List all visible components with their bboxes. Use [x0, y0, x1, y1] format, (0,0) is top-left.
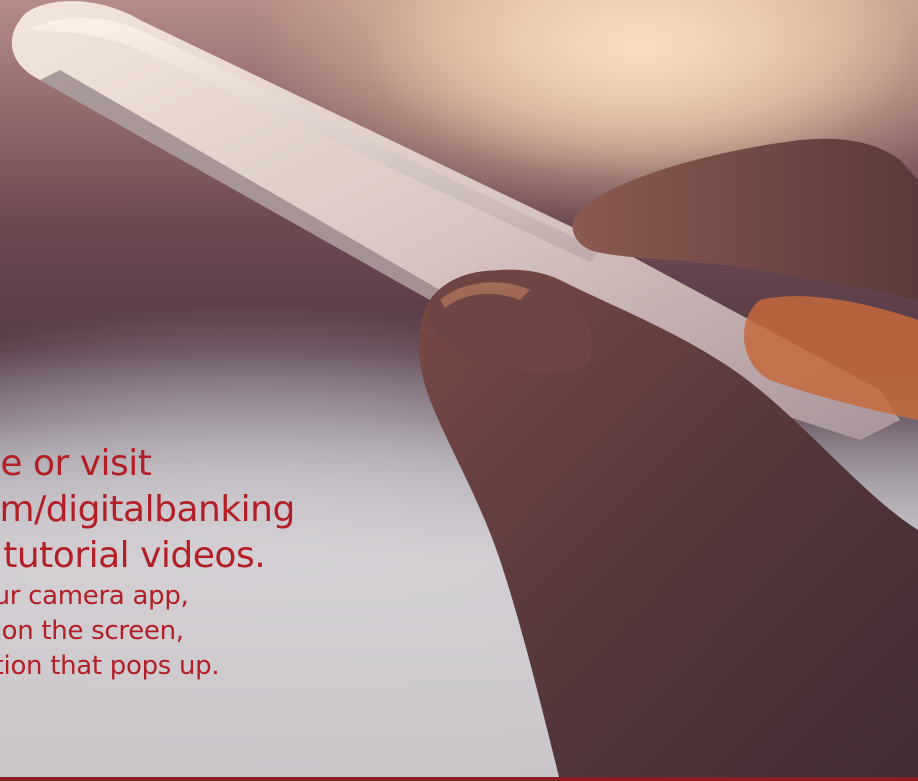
promo-text-block: de or visit om/digitalbanking r tutorial… [0, 441, 460, 684]
promo-line-1: de or visit [0, 443, 152, 484]
instruction-line-3: ation that pops up. [0, 651, 220, 681]
bottom-accent-rule [0, 777, 918, 781]
photo-background: de or visit om/digitalbanking r tutorial… [0, 0, 918, 781]
instruction-line-2: e on the screen, [0, 616, 184, 646]
promo-line-2: om/digitalbanking [0, 489, 295, 530]
instruction-line-1: our camera app, [0, 581, 189, 611]
promo-line-3: r tutorial videos. [0, 535, 266, 576]
